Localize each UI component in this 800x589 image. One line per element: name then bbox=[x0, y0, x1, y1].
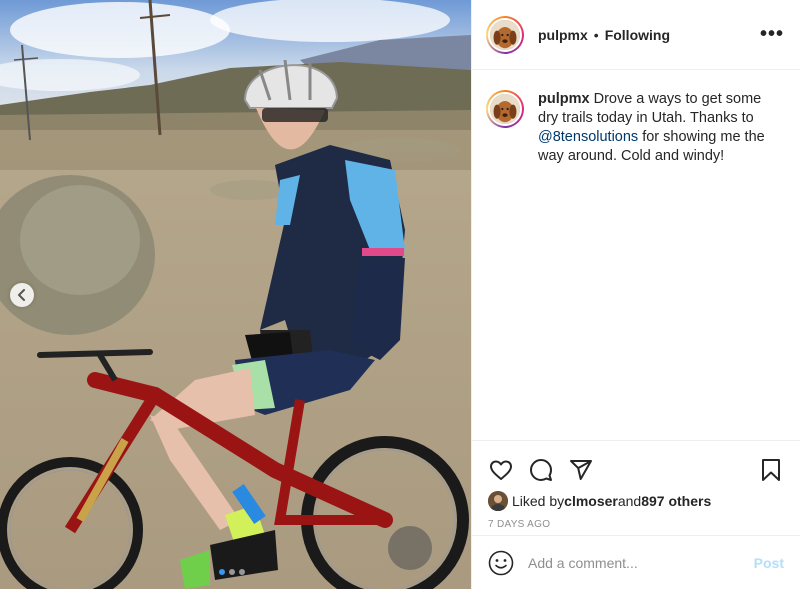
dog-avatar-icon bbox=[490, 94, 520, 124]
dog-avatar-icon bbox=[490, 19, 520, 50]
more-options-button[interactable]: ••• bbox=[760, 23, 784, 46]
share-button[interactable] bbox=[568, 457, 594, 483]
caption-username[interactable]: pulpmx bbox=[538, 91, 590, 107]
chevron-left-icon bbox=[18, 289, 25, 301]
emoji-icon bbox=[488, 550, 514, 575]
heart-icon bbox=[490, 460, 512, 480]
header-username[interactable]: pulpmx bbox=[538, 27, 588, 43]
likes-count-link[interactable]: 897 others bbox=[641, 493, 711, 509]
caption-avatar[interactable] bbox=[486, 90, 524, 128]
post-actions: Liked by clmoser and 897 others 7 DAYS A… bbox=[472, 440, 800, 530]
bookmark-icon bbox=[762, 459, 780, 481]
emoji-button[interactable] bbox=[488, 550, 514, 576]
carousel-dot bbox=[219, 569, 225, 575]
avatar[interactable] bbox=[486, 15, 524, 54]
carousel-dot bbox=[229, 569, 235, 575]
comment-button[interactable] bbox=[528, 457, 554, 483]
likes-prefix: Liked by bbox=[512, 493, 565, 509]
post-panel: pulpmx • Following ••• pulpmx Drove a wa… bbox=[471, 0, 800, 589]
following-button[interactable]: Following bbox=[605, 27, 670, 43]
save-button[interactable] bbox=[758, 457, 784, 483]
header-separator: • bbox=[593, 26, 599, 43]
instagram-post: pulpmx • Following ••• pulpmx Drove a wa… bbox=[0, 0, 800, 589]
post-comment-button[interactable]: Post bbox=[754, 555, 784, 571]
user-avatar-icon bbox=[488, 491, 508, 511]
comment-form: Post bbox=[472, 535, 800, 589]
caption-mention-link[interactable]: @8tensolutions bbox=[538, 129, 638, 145]
post-header: pulpmx • Following ••• bbox=[472, 0, 800, 70]
post-timestamp[interactable]: 7 DAYS AGO bbox=[472, 513, 800, 530]
comment-icon bbox=[530, 459, 552, 481]
send-icon bbox=[570, 460, 592, 480]
likes-summary: Liked by clmoser and 897 others bbox=[472, 489, 800, 513]
like-button[interactable] bbox=[488, 457, 514, 483]
liker-avatar[interactable] bbox=[488, 491, 508, 511]
carousel-dot bbox=[239, 569, 245, 575]
likes-middle: and bbox=[617, 493, 642, 509]
post-caption: pulpmx Drove a ways to get some dry trai… bbox=[472, 70, 800, 166]
carousel-prev-button[interactable] bbox=[10, 283, 34, 307]
carousel-indicator bbox=[219, 569, 245, 575]
comment-input[interactable] bbox=[528, 554, 754, 571]
caption-text: pulpmx Drove a ways to get some dry trai… bbox=[538, 90, 784, 166]
post-photo[interactable] bbox=[0, 0, 471, 589]
cyclist-photo bbox=[0, 0, 471, 589]
liker-username[interactable]: clmoser bbox=[564, 493, 618, 509]
action-icons bbox=[472, 441, 800, 489]
